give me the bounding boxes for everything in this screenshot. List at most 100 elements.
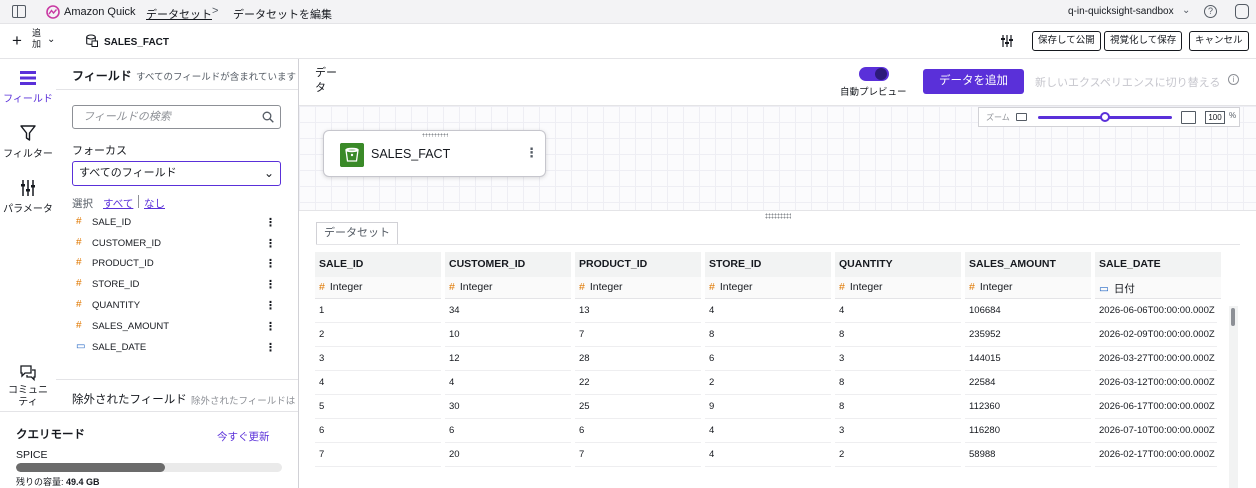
- dataset-node[interactable]: SALES_FACT ⋮: [323, 130, 546, 177]
- more-vertical-icon[interactable]: ⋮: [265, 341, 276, 354]
- table-cell[interactable]: 7: [315, 443, 441, 467]
- table-cell[interactable]: 4: [315, 371, 441, 395]
- column-header[interactable]: QUANTITY: [835, 252, 961, 277]
- rail-item-filter[interactable]: フィルター: [0, 124, 56, 160]
- sidebar-toggle-icon[interactable]: [12, 5, 26, 18]
- dataset-name[interactable]: SALES_FACT: [104, 37, 169, 48]
- column-type[interactable]: # Integer: [315, 277, 441, 299]
- table-cell[interactable]: 235952: [965, 323, 1091, 347]
- add-data-button[interactable]: データを追加: [923, 69, 1024, 94]
- field-item-store-id[interactable]: # STORE_ID ⋮: [72, 275, 282, 295]
- select-none-link[interactable]: なし: [144, 196, 165, 211]
- table-cell[interactable]: 2026-02-17T00:00:00.000Z: [1095, 443, 1217, 467]
- column-header[interactable]: PRODUCT_ID: [575, 252, 701, 277]
- field-item-quantity[interactable]: # QUANTITY ⋮: [72, 296, 282, 316]
- table-cell[interactable]: 10: [445, 323, 571, 347]
- table-cell[interactable]: 3: [835, 347, 961, 371]
- table-cell[interactable]: 3: [315, 347, 441, 371]
- zoom-in-icon[interactable]: [1181, 111, 1196, 124]
- table-cell[interactable]: 116280: [965, 419, 1091, 443]
- zoom-value[interactable]: 100: [1205, 111, 1225, 124]
- help-icon[interactable]: ?: [1204, 5, 1217, 18]
- data-preview-grid[interactable]: SALE_ID # Integer 1 2 3 4 5 6 7 CUSTOMER_ID # Intege…: [315, 252, 1229, 488]
- field-item-sale-id[interactable]: # SALE_ID ⋮: [72, 213, 282, 233]
- drag-handle-icon[interactable]: [422, 133, 448, 137]
- rail-item-parameters[interactable]: パラメータ: [0, 179, 56, 215]
- table-cell[interactable]: 8: [835, 323, 961, 347]
- search-icon[interactable]: [262, 111, 274, 123]
- table-cell[interactable]: 2: [315, 323, 441, 347]
- auto-preview-toggle[interactable]: [859, 67, 889, 81]
- column-header[interactable]: SALE_ID: [315, 252, 441, 277]
- save-visualize-button[interactable]: 視覚化して保存: [1104, 31, 1183, 51]
- grid-scrollbar[interactable]: [1229, 306, 1238, 488]
- table-cell[interactable]: 1: [315, 299, 441, 323]
- table-cell[interactable]: 2026-06-17T00:00:00.000Z: [1095, 395, 1217, 419]
- excluded-fields-title[interactable]: 除外されたフィールド: [72, 391, 187, 407]
- add-button[interactable]: 追加: [32, 28, 44, 50]
- column-header[interactable]: SALES_AMOUNT: [965, 252, 1091, 277]
- table-cell[interactable]: 7: [575, 323, 701, 347]
- table-cell[interactable]: 3: [835, 419, 961, 443]
- table-cell[interactable]: 4: [835, 299, 961, 323]
- account-name[interactable]: q-in-quicksight-sandbox: [1068, 6, 1174, 17]
- field-item-sales-amount[interactable]: # SALES_AMOUNT ⋮: [72, 317, 282, 337]
- focus-select[interactable]: すべてのフィールド ⌄: [72, 161, 281, 186]
- table-cell[interactable]: 30: [445, 395, 571, 419]
- table-cell[interactable]: 6: [705, 347, 831, 371]
- more-vertical-icon[interactable]: ⋮: [265, 299, 276, 312]
- more-vertical-icon[interactable]: ⋮: [265, 216, 276, 229]
- chevron-down-icon[interactable]: ⌄: [47, 34, 55, 45]
- notifications-icon[interactable]: [1235, 4, 1249, 19]
- table-cell[interactable]: 25: [575, 395, 701, 419]
- table-cell[interactable]: 20: [445, 443, 571, 467]
- column-header[interactable]: CUSTOMER_ID: [445, 252, 571, 277]
- table-cell[interactable]: 22: [575, 371, 701, 395]
- save-publish-button[interactable]: 保存して公開: [1032, 31, 1101, 51]
- table-cell[interactable]: 7: [575, 443, 701, 467]
- table-cell[interactable]: 6: [575, 419, 701, 443]
- table-cell[interactable]: 2026-06-06T00:00:00.000Z: [1095, 299, 1217, 323]
- table-cell[interactable]: 8: [705, 323, 831, 347]
- column-header[interactable]: SALE_DATE: [1095, 252, 1221, 277]
- table-cell[interactable]: 13: [575, 299, 701, 323]
- table-cell[interactable]: 4: [445, 371, 571, 395]
- zoom-out-icon[interactable]: [1016, 113, 1027, 121]
- data-prep-canvas[interactable]: ズーム 100 % SALES_FACT ⋮: [299, 105, 1256, 211]
- table-cell[interactable]: 58988: [965, 443, 1091, 467]
- table-cell[interactable]: 4: [705, 419, 831, 443]
- table-cell[interactable]: 6: [445, 419, 571, 443]
- table-cell[interactable]: 2: [835, 443, 961, 467]
- cancel-button[interactable]: キャンセル: [1189, 31, 1249, 51]
- table-cell[interactable]: 12: [445, 347, 571, 371]
- table-cell[interactable]: 8: [835, 395, 961, 419]
- table-cell[interactable]: 144015: [965, 347, 1091, 371]
- column-type[interactable]: # Integer: [445, 277, 571, 299]
- refresh-now-link[interactable]: 今すぐ更新: [217, 429, 270, 444]
- table-cell[interactable]: 106684: [965, 299, 1091, 323]
- table-cell[interactable]: 22584: [965, 371, 1091, 395]
- grid-scrollbar-thumb[interactable]: [1231, 308, 1235, 326]
- info-icon[interactable]: i: [1228, 74, 1239, 85]
- table-cell[interactable]: 2026-07-10T00:00:00.000Z: [1095, 419, 1217, 443]
- table-cell[interactable]: 34: [445, 299, 571, 323]
- tab-dataset[interactable]: データセット: [316, 222, 398, 244]
- settings-sliders-icon[interactable]: [1000, 35, 1014, 47]
- select-all-link[interactable]: すべて: [103, 196, 133, 211]
- column-type[interactable]: # Integer: [575, 277, 701, 299]
- column-type[interactable]: # Integer: [835, 277, 961, 299]
- table-cell[interactable]: 4: [705, 443, 831, 467]
- table-cell[interactable]: 2026-03-12T00:00:00.000Z: [1095, 371, 1217, 395]
- column-header[interactable]: STORE_ID: [705, 252, 831, 277]
- table-cell[interactable]: 2026-02-09T00:00:00.000Z: [1095, 323, 1217, 347]
- rail-item-community[interactable]: コミュニティ: [0, 364, 56, 409]
- more-vertical-icon[interactable]: ⋮: [265, 257, 276, 270]
- field-item-customer-id[interactable]: # CUSTOMER_ID ⋮: [72, 234, 282, 254]
- column-type[interactable]: # Integer: [705, 277, 831, 299]
- more-vertical-icon[interactable]: ⋮: [265, 237, 276, 250]
- column-type[interactable]: ▭ 日付: [1095, 277, 1221, 299]
- table-cell[interactable]: 112360: [965, 395, 1091, 419]
- table-cell[interactable]: 28: [575, 347, 701, 371]
- more-vertical-icon[interactable]: ⋮: [265, 320, 276, 333]
- breadcrumb-datasets[interactable]: データセット: [146, 6, 212, 22]
